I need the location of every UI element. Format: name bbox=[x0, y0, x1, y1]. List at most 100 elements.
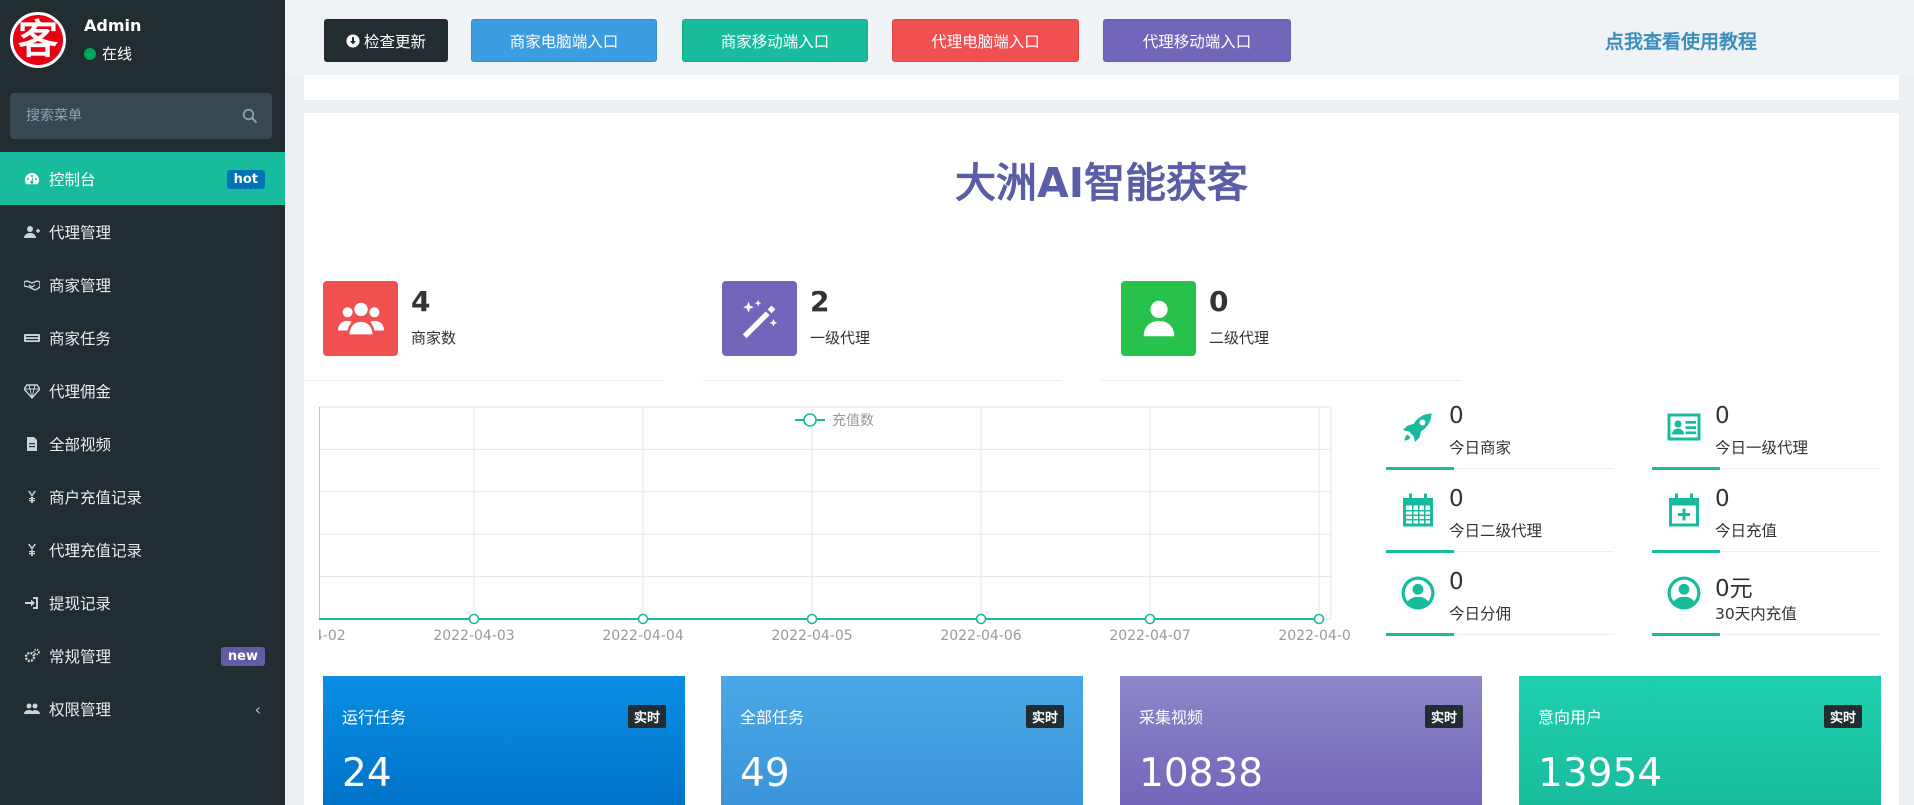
accent-bar bbox=[1386, 633, 1454, 636]
sidebar-item-dashboard[interactable]: 控制台 hot bbox=[0, 152, 285, 205]
user-panel: 客 Admin 在线 bbox=[0, 0, 285, 80]
today-recharge: 0 今日充值 bbox=[1652, 486, 1880, 553]
chevron-left-icon[interactable]: ‹ bbox=[255, 700, 261, 719]
sidebar-item-agent-management[interactable]: 代理管理 bbox=[0, 205, 285, 258]
diamond-icon bbox=[22, 382, 42, 400]
yen-icon bbox=[22, 541, 42, 559]
check-update-label: 检查更新 bbox=[363, 33, 426, 51]
tstat-label: 今日一级代理 bbox=[1715, 439, 1809, 457]
sidebar-item-label: 全部视频 bbox=[49, 435, 112, 454]
stat-label: 二级代理 bbox=[1209, 329, 1270, 347]
x-tick-label: 2022-04-05 bbox=[771, 628, 852, 644]
x-tick-label: 2022-04-02 bbox=[319, 628, 346, 644]
hot-badge: hot bbox=[226, 170, 265, 189]
merchant-mobile-button[interactable]: 商家移动端入口 bbox=[682, 19, 868, 62]
data-point[interactable] bbox=[975, 613, 987, 625]
user-icon bbox=[1121, 281, 1196, 356]
vcard-icon bbox=[1664, 407, 1704, 447]
sidebar-item-label: 商家任务 bbox=[49, 329, 112, 348]
agent-mobile-label: 代理移动端入口 bbox=[1142, 33, 1252, 51]
tutorial-link[interactable]: 点我查看使用教程 bbox=[1605, 27, 1757, 54]
check-update-button[interactable]: 检查更新 bbox=[324, 19, 448, 62]
stat-label: 一级代理 bbox=[810, 329, 871, 347]
card-value: 24 bbox=[342, 751, 392, 796]
rocket-icon bbox=[1398, 407, 1438, 447]
accent-bar bbox=[1652, 633, 1720, 636]
users-icon bbox=[323, 281, 398, 356]
tstat-label: 今日商家 bbox=[1449, 439, 1512, 457]
recharge-line-chart: 2022-04-02 2022-04-03 2022-04-04 2022-04-05… bbox=[319, 406, 1351, 644]
sidebar-item-agent-recharge[interactable]: 代理充值记录 bbox=[0, 523, 285, 576]
tstat-value: 0 bbox=[1449, 486, 1464, 512]
recharge-30-days: 0元 30天内充值 bbox=[1652, 569, 1880, 636]
data-point[interactable] bbox=[1313, 613, 1325, 625]
x-tick-label: 2022-04-07 bbox=[1109, 628, 1190, 644]
merchant-pc-button[interactable]: 商家电脑端入口 bbox=[471, 19, 657, 62]
merchant-mobile-label: 商家移动端入口 bbox=[720, 33, 830, 51]
handshake-icon bbox=[22, 276, 42, 294]
sidebar: 客 Admin 在线 控制台 hot 代理管理 bbox=[0, 0, 285, 805]
stat-value: 2 bbox=[810, 285, 830, 318]
stat-value: 4 bbox=[411, 285, 431, 318]
sidebar-item-merchant-tasks[interactable]: 商家任务 bbox=[0, 311, 285, 364]
download-circle-icon bbox=[346, 33, 360, 48]
agent-mobile-button[interactable]: 代理移动端入口 bbox=[1103, 19, 1291, 62]
sidebar-item-label: 提现记录 bbox=[49, 594, 112, 613]
tstat-label: 今日二级代理 bbox=[1449, 522, 1543, 540]
menu-search bbox=[10, 93, 272, 139]
sidebar-item-general-settings[interactable]: 常规管理 new bbox=[0, 629, 285, 682]
user-circle-icon bbox=[1398, 573, 1438, 613]
toolbar: 检查更新 商家电脑端入口 商家移动端入口 代理电脑端入口 代理移动端入口 点我查… bbox=[285, 0, 1914, 75]
stat-level1-agents: 2 一级代理 bbox=[702, 281, 1062, 381]
sidebar-item-label: 权限管理 bbox=[49, 700, 112, 719]
legend-label: 充值数 bbox=[832, 413, 874, 429]
user-plus-icon bbox=[22, 223, 42, 241]
data-point[interactable] bbox=[1144, 613, 1156, 625]
sidebar-item-label: 代理管理 bbox=[49, 223, 112, 242]
sidebar-item-label: 常规管理 bbox=[49, 647, 112, 666]
chart-legend[interactable]: 充值数 bbox=[795, 413, 874, 429]
sidebar-item-withdrawals[interactable]: 提现记录 bbox=[0, 576, 285, 629]
new-badge: new bbox=[220, 647, 265, 666]
sidebar-item-all-videos[interactable]: 全部视频 bbox=[0, 417, 285, 470]
realtime-badge: 实时 bbox=[1025, 705, 1064, 728]
sidebar-item-merchant-management[interactable]: 商家管理 bbox=[0, 258, 285, 311]
magic-icon bbox=[722, 281, 797, 356]
tstat-label: 30天内充值 bbox=[1715, 605, 1797, 623]
data-point[interactable] bbox=[637, 613, 649, 625]
keyboard-icon bbox=[22, 329, 42, 347]
calendar-icon bbox=[1398, 490, 1438, 530]
card-all-tasks: 全部任务 实时 49 bbox=[721, 676, 1083, 805]
tstat-value: 0 bbox=[1449, 403, 1464, 429]
sidebar-item-agent-commission[interactable]: 代理佣金 bbox=[0, 364, 285, 417]
avatar[interactable]: 客 bbox=[10, 12, 66, 68]
agent-pc-button[interactable]: 代理电脑端入口 bbox=[892, 19, 1079, 62]
cogs-icon bbox=[22, 647, 42, 665]
card-value: 13954 bbox=[1538, 751, 1663, 796]
card-title: 采集视频 bbox=[1139, 708, 1204, 727]
realtime-badge: 实时 bbox=[627, 705, 666, 728]
tstat-value: 0 bbox=[1715, 486, 1730, 512]
sidebar-menu: 控制台 hot 代理管理 商家管理 商家任务 代理佣金 全部视频 商户充值记录 … bbox=[0, 152, 285, 735]
card-value: 49 bbox=[740, 751, 790, 796]
user-status-label: 在线 bbox=[102, 45, 133, 63]
merchant-pc-label: 商家电脑端入口 bbox=[509, 33, 619, 51]
card-collected-videos: 采集视频 实时 10838 bbox=[1120, 676, 1482, 805]
card-intended-users: 意向用户 实时 13954 bbox=[1519, 676, 1881, 805]
card-running-tasks: 运行任务 实时 24 bbox=[323, 676, 685, 805]
tstat-label: 今日充值 bbox=[1715, 522, 1778, 540]
card-value: 10838 bbox=[1139, 751, 1264, 796]
stat-label: 商家数 bbox=[411, 329, 457, 347]
accent-bar bbox=[1652, 467, 1720, 470]
search-icon[interactable] bbox=[242, 108, 258, 124]
data-point[interactable] bbox=[806, 613, 818, 625]
chart-grid bbox=[319, 406, 1332, 620]
yen-icon bbox=[22, 488, 42, 506]
sidebar-item-permissions[interactable]: 权限管理 ‹ bbox=[0, 682, 285, 735]
card-title: 运行任务 bbox=[342, 708, 407, 727]
stat-merchants: 4 商家数 bbox=[303, 281, 663, 381]
search-input[interactable] bbox=[10, 93, 230, 139]
stat-level2-agents: 0 二级代理 bbox=[1101, 281, 1461, 381]
sidebar-item-merchant-recharge[interactable]: 商户充值记录 bbox=[0, 470, 285, 523]
data-point[interactable] bbox=[468, 613, 480, 625]
